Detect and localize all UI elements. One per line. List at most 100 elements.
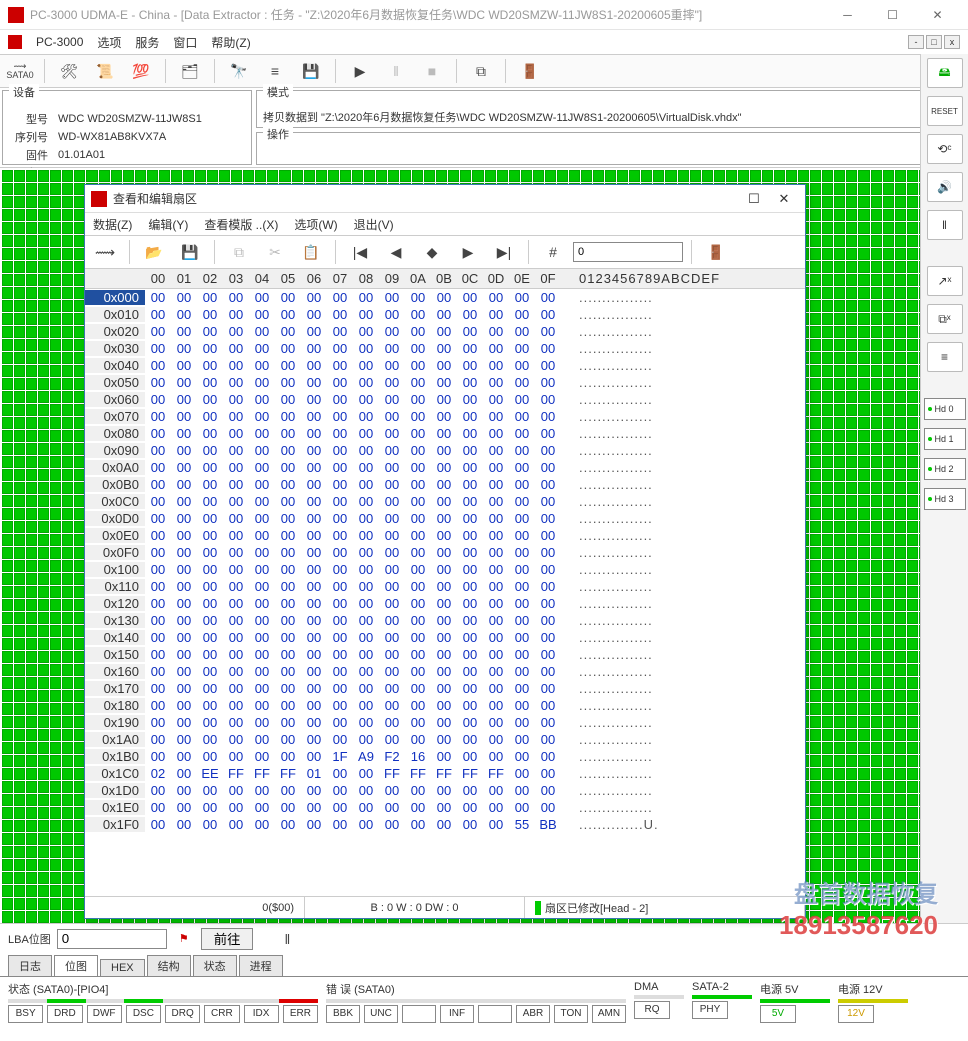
- hex-row[interactable]: 0x0A000000000000000000000000000000000...…: [85, 459, 805, 476]
- exit-icon[interactable]: 🚪: [514, 57, 546, 85]
- hex-row[interactable]: 0x1F0000000000000000000000000000055BB...…: [85, 816, 805, 833]
- hex-row[interactable]: 0x05000000000000000000000000000000000...…: [85, 374, 805, 391]
- hex-menu-viewtpl[interactable]: 查看模版 ..(X): [204, 216, 278, 233]
- hex-row[interactable]: 0x02000000000000000000000000000000000...…: [85, 323, 805, 340]
- lba-flag-icon[interactable]: ⚑: [173, 932, 195, 945]
- tab-status[interactable]: 状态: [193, 955, 237, 976]
- hex-row[interactable]: 0x1A000000000000000000000000000000000...…: [85, 731, 805, 748]
- dialog-close[interactable]: ✕: [769, 191, 799, 207]
- close-button[interactable]: ✕: [915, 1, 960, 29]
- hex-menu-options[interactable]: 选项(W): [294, 216, 337, 233]
- mdi-restore[interactable]: □: [926, 35, 942, 49]
- align-icon[interactable]: ≡: [927, 342, 963, 372]
- hex-grid-icon[interactable]: #: [537, 238, 569, 266]
- hex-last-icon[interactable]: ▶|: [488, 238, 520, 266]
- hex-row[interactable]: 0x11000000000000000000000000000000000...…: [85, 578, 805, 595]
- hex-row[interactable]: 0x0C000000000000000000000000000000000...…: [85, 493, 805, 510]
- lba-pause-icon[interactable]: ‖: [271, 925, 303, 953]
- script-icon[interactable]: 📜: [89, 57, 121, 85]
- search-icon[interactable]: 🔭: [223, 57, 255, 85]
- hex-row[interactable]: 0x09000000000000000000000000000000000...…: [85, 442, 805, 459]
- reg-c-icon[interactable]: ⟲ᶜ: [927, 134, 963, 164]
- tab-bitmap[interactable]: 位图: [54, 955, 98, 976]
- mdi-minimize[interactable]: -: [908, 35, 924, 49]
- hex-row[interactable]: 0x06000000000000000000000000000000000...…: [85, 391, 805, 408]
- hex-row[interactable]: 0x1B0000000000000001FA9F2160000000000...…: [85, 748, 805, 765]
- hex-row[interactable]: 0x10000000000000000000000000000000000...…: [85, 561, 805, 578]
- hex-copy-icon[interactable]: ⧉: [223, 238, 255, 266]
- tools-icon[interactable]: 🛠: [53, 57, 85, 85]
- play-icon[interactable]: ▶: [344, 57, 376, 85]
- hex-paste-icon[interactable]: 📋: [295, 238, 327, 266]
- disk-icon[interactable]: 💾: [295, 57, 327, 85]
- hex-mark-icon[interactable]: ◆: [416, 238, 448, 266]
- hex-exit-icon[interactable]: 🚪: [700, 238, 732, 266]
- tab-hex[interactable]: HEX: [100, 959, 145, 976]
- hex-menu-exit[interactable]: 退出(V): [354, 216, 394, 233]
- pause2-icon[interactable]: ‖: [927, 210, 963, 240]
- hex-menu-data[interactable]: 数据(Z): [93, 216, 132, 233]
- hex-row[interactable]: 0x12000000000000000000000000000000000...…: [85, 595, 805, 612]
- reset-icon[interactable]: RESET: [927, 96, 963, 126]
- copy-icon[interactable]: ⧉: [465, 57, 497, 85]
- hex-content[interactable]: 000102030405060708090A0B0C0D0E0F 0123456…: [85, 269, 805, 896]
- hex-row[interactable]: 0x18000000000000000000000000000000000...…: [85, 697, 805, 714]
- hex-open-icon[interactable]: 📂: [138, 238, 170, 266]
- head-1[interactable]: Hd 1: [924, 428, 966, 450]
- hex-row[interactable]: 0x1C00200EEFFFFFF010000FFFFFFFFFF0000...…: [85, 765, 805, 782]
- tab-process[interactable]: 进程: [239, 955, 283, 976]
- lba-input[interactable]: [57, 929, 167, 949]
- hex-next-icon[interactable]: ▶: [452, 238, 484, 266]
- mdi-close[interactable]: x: [944, 35, 960, 49]
- hex-prev-icon[interactable]: ◀: [380, 238, 412, 266]
- maximize-button[interactable]: ☐: [870, 1, 915, 29]
- stack-icon[interactable]: ⧉ˣ: [927, 304, 963, 334]
- tab-log[interactable]: 日志: [8, 955, 52, 976]
- head-3[interactable]: Hd 3: [924, 488, 966, 510]
- hex-row[interactable]: 0x17000000000000000000000000000000000...…: [85, 680, 805, 697]
- hex-row[interactable]: 0x16000000000000000000000000000000000...…: [85, 663, 805, 680]
- hex-cut-icon[interactable]: ✂: [259, 238, 291, 266]
- sata-button[interactable]: ⟿SATA0: [4, 57, 36, 85]
- menu-services[interactable]: 服务: [135, 34, 159, 51]
- pause-icon[interactable]: ‖: [380, 57, 412, 85]
- filter-icon[interactable]: ≡: [259, 57, 291, 85]
- hex-row[interactable]: 0x07000000000000000000000000000000000...…: [85, 408, 805, 425]
- hex-row[interactable]: 0x0B000000000000000000000000000000000...…: [85, 476, 805, 493]
- head-0[interactable]: Hd 0: [924, 398, 966, 420]
- hex-row[interactable]: 0x04000000000000000000000000000000000...…: [85, 357, 805, 374]
- hex-row[interactable]: 0x03000000000000000000000000000000000...…: [85, 340, 805, 357]
- hex-row[interactable]: 0x15000000000000000000000000000000000...…: [85, 646, 805, 663]
- hex-row[interactable]: 0x1D000000000000000000000000000000000...…: [85, 782, 805, 799]
- hex-row[interactable]: 0x19000000000000000000000000000000000...…: [85, 714, 805, 731]
- hex-row[interactable]: 0x14000000000000000000000000000000000...…: [85, 629, 805, 646]
- hex-row[interactable]: 0x00000000000000000000000000000000000...…: [85, 289, 805, 306]
- hex-row[interactable]: 0x0E000000000000000000000000000000000...…: [85, 527, 805, 544]
- menu-help[interactable]: 帮助(Z): [211, 34, 250, 51]
- menu-window[interactable]: 窗口: [173, 34, 197, 51]
- dialog-maximize[interactable]: ☐: [739, 191, 769, 207]
- explorer-icon[interactable]: 🗂: [174, 57, 206, 85]
- go-button[interactable]: 前往: [201, 928, 254, 950]
- disk-tool-icon[interactable]: 🖴: [927, 58, 963, 88]
- hex-row[interactable]: 0x1E000000000000000000000000000000000...…: [85, 799, 805, 816]
- hex-goto-input[interactable]: [573, 242, 683, 262]
- reg-x-icon[interactable]: ↗ˣ: [927, 266, 963, 296]
- hex-sata-icon[interactable]: ⟿: [89, 238, 121, 266]
- hex-row[interactable]: 0x08000000000000000000000000000000000...…: [85, 425, 805, 442]
- menu-options[interactable]: 选项: [97, 34, 121, 51]
- head-2[interactable]: Hd 2: [924, 458, 966, 480]
- hex-menu-edit[interactable]: 编辑(Y): [148, 216, 188, 233]
- hex-first-icon[interactable]: |◀: [344, 238, 376, 266]
- minimize-button[interactable]: ─: [825, 1, 870, 29]
- hex-row[interactable]: 0x0F000000000000000000000000000000000...…: [85, 544, 805, 561]
- hex-row[interactable]: 0x0D000000000000000000000000000000000...…: [85, 510, 805, 527]
- tab-struct[interactable]: 结构: [147, 955, 191, 976]
- menu-pc3000[interactable]: PC-3000: [36, 35, 83, 49]
- hex-row[interactable]: 0x01000000000000000000000000000000000...…: [85, 306, 805, 323]
- hex-row[interactable]: 0x13000000000000000000000000000000000...…: [85, 612, 805, 629]
- sound-icon[interactable]: 🔊: [927, 172, 963, 202]
- percent-icon[interactable]: 💯: [125, 57, 157, 85]
- hex-save-icon[interactable]: 💾: [174, 238, 206, 266]
- stop-icon[interactable]: ■: [416, 57, 448, 85]
